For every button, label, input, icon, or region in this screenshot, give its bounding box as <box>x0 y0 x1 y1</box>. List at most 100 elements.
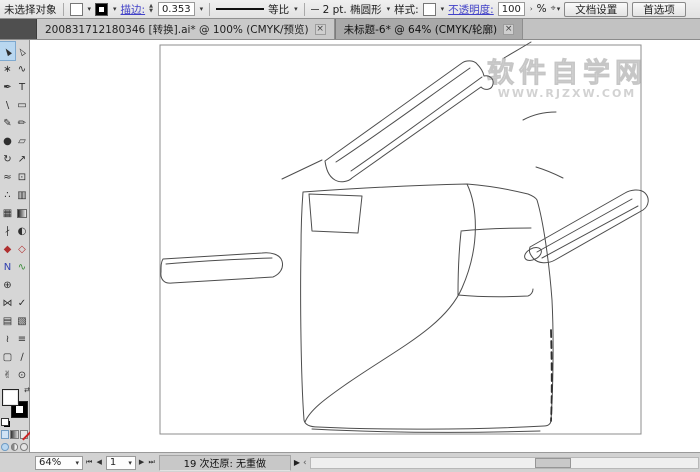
pencil-tool[interactable]: ✏ <box>15 114 29 132</box>
document-tab-bar: 200831712180346 [转换].ai* @ 100% (CMYK/预览… <box>0 19 700 40</box>
opacity-panel-link[interactable]: 不透明度: <box>448 2 494 17</box>
stroke-panel-link[interactable]: 描边: <box>121 2 146 17</box>
status-flyout-icon[interactable]: ▶ <box>294 458 300 467</box>
document-tab-1[interactable]: 200831712180346 [转换].ai* @ 100% (CMYK/预览… <box>37 19 335 39</box>
tools-panel: ►▻∗∿✒T\▭✎✏●▱↻↗≈⊡∴▥▦∤◐◆◇N∿⊕⋈✓▤▧≀≡▢∕✌⊙ ⇄ <box>0 40 30 452</box>
mesh-tool[interactable]: ▦ <box>0 204 15 222</box>
selection-tool[interactable]: ► <box>0 42 15 60</box>
artboard-number-combo[interactable]: 1 ▾ <box>106 456 136 470</box>
column-graph-tool[interactable]: ▥ <box>15 186 29 204</box>
illustrator-window: 未选择对象 ▾ ▾ 描边: ▲ ▼ 0.353 ▾ 等比 ▾ 2 pt. 椭圆形… <box>0 0 700 472</box>
slice-tool[interactable]: ⋈ <box>0 294 15 312</box>
hscroll-left-arrow-icon[interactable]: ‹ <box>303 458 307 468</box>
scale-tool[interactable]: ↗ <box>15 150 29 168</box>
fill-dropdown-icon[interactable]: ▾ <box>88 5 92 13</box>
pen-tool[interactable]: ✒ <box>0 78 15 96</box>
color-mode-button[interactable] <box>1 430 9 439</box>
fill-color-swatch[interactable] <box>70 3 83 16</box>
stroke-dropdown-icon[interactable]: ▾ <box>113 5 117 13</box>
normal-screen-mode-button[interactable] <box>1 443 9 451</box>
watermark-url: WWW.RJZXW.COM <box>498 87 637 100</box>
full-screen-mode-button[interactable] <box>20 443 28 451</box>
live-paint-selection-tool[interactable]: ◇ <box>15 240 29 258</box>
perspective-grid-tool[interactable]: N <box>0 258 15 276</box>
zoom-tool[interactable]: ⊙ <box>15 366 29 384</box>
rectangle-tool[interactable]: ▭ <box>15 96 29 114</box>
full-screen-menu-mode-button[interactable] <box>11 443 19 451</box>
separator <box>304 3 305 16</box>
smooth-color-tool[interactable]: ∿ <box>15 258 29 276</box>
stepper-down-icon[interactable]: ▼ <box>149 9 153 14</box>
document-tab-1-title: 200831712180346 [转换].ai* @ 100% (CMYK/预览… <box>45 22 309 37</box>
none-mode-button[interactable] <box>20 430 28 439</box>
opacity-unit-label: % <box>537 3 547 15</box>
opacity-spinner-icon[interactable]: › <box>530 5 533 13</box>
slice-selection-tool[interactable]: ✓ <box>15 294 29 312</box>
eyedropper-tool[interactable]: ∤ <box>0 222 15 240</box>
paintbrush-tool[interactable]: ✎ <box>0 114 15 132</box>
preferences-button[interactable]: 首选项 <box>632 2 686 17</box>
screen-mode-buttons <box>1 443 28 451</box>
zoom-level-value: 64% <box>39 457 61 468</box>
fill-stroke-widget: ⇄ <box>0 388 30 424</box>
profile-label: 等比 <box>268 2 289 17</box>
profile-dropdown-icon[interactable]: ▾ <box>294 5 298 13</box>
fill-indicator-swatch[interactable] <box>2 389 19 406</box>
undo-status-text: 19 次还原: 无重做 <box>184 455 266 470</box>
symbol-sprayer-tool[interactable]: ∴ <box>0 186 15 204</box>
warp-tool[interactable]: ≈ <box>0 168 15 186</box>
zoom-dropdown-icon[interactable]: ▾ <box>75 459 79 467</box>
brush-dropdown-icon[interactable]: ▾ <box>387 5 391 13</box>
default-fill-stroke-icon[interactable] <box>1 418 9 426</box>
brush-label: 2 pt. 椭圆形 <box>323 2 382 17</box>
page-tool[interactable]: ▧ <box>15 312 29 330</box>
toolbar-tools: ►▻∗∿✒T\▭✎✏●▱↻↗≈⊡∴▥▦∤◐◆◇N∿⊕⋈✓▤▧≀≡▢∕✌⊙ <box>0 42 29 384</box>
eraser-tool[interactable]: ▱ <box>15 132 29 150</box>
lasso-tool[interactable]: ∿ <box>15 60 29 78</box>
style-swatch[interactable] <box>423 3 436 16</box>
free-transform-tool[interactable]: ⊡ <box>15 168 29 186</box>
style-dropdown-icon[interactable]: ▾ <box>441 5 445 13</box>
stroke-weight-stepper[interactable]: ▲ ▼ <box>149 4 153 14</box>
stroke-profile-preview <box>216 8 264 10</box>
horizontal-scrollbar[interactable] <box>310 457 699 469</box>
chart-table-tool[interactable]: ▤ <box>0 312 15 330</box>
align-list-tool[interactable]: ≡ <box>15 330 29 348</box>
opacity-input[interactable]: 100 <box>498 2 525 16</box>
paint-mode-buttons <box>1 430 28 439</box>
artboard-tool[interactable]: ⊕ <box>0 276 15 294</box>
blend-tool[interactable]: ◐ <box>15 222 29 240</box>
crop-tool[interactable]: ▢ <box>0 348 15 366</box>
zoom-level-combo[interactable]: 64% ▾ <box>35 456 83 470</box>
gradient-tool[interactable] <box>15 204 29 222</box>
artboard-nav-next-last[interactable]: ▶ ⏭ <box>139 458 156 467</box>
live-paint-bucket-tool[interactable]: ◆ <box>0 240 15 258</box>
canvas-area[interactable]: 软件自学网 WWW.RJZXW.COM <box>30 40 700 452</box>
stroke-weight-input[interactable]: 0.353 <box>158 2 195 16</box>
artboard-nav-first-prev[interactable]: ⏮ ◀ <box>86 458 103 467</box>
polyline-tool[interactable]: ≀ <box>0 330 15 348</box>
tab-bar-corner <box>0 19 37 39</box>
blob-brush-tool[interactable]: ● <box>0 132 15 150</box>
artboard-dropdown-icon[interactable]: ▾ <box>128 459 132 467</box>
type-tool[interactable]: T <box>15 78 29 96</box>
line-segment-tool[interactable]: \ <box>0 96 15 114</box>
rotate-tool[interactable]: ↻ <box>0 150 15 168</box>
tab-2-close-icon[interactable]: × <box>503 24 514 35</box>
artboard-border <box>160 45 641 434</box>
style-label: 样式: <box>394 2 419 17</box>
separator <box>209 3 210 16</box>
stroke-color-swatch[interactable] <box>95 3 108 16</box>
horizontal-scrollbar-thumb[interactable] <box>535 458 571 468</box>
document-setup-button[interactable]: 文档设置 <box>564 2 628 17</box>
tab-1-close-icon[interactable]: × <box>315 24 326 35</box>
direct-selection-tool[interactable]: ▻ <box>15 42 29 60</box>
magic-wand-tool[interactable]: ∗ <box>0 60 15 78</box>
select-similar-icon[interactable]: ⌖▾ <box>551 4 561 14</box>
hand-tool[interactable]: ✌ <box>0 366 15 384</box>
gradient-mode-button[interactable] <box>10 430 18 439</box>
document-tab-2-active[interactable]: 未标题-6* @ 64% (CMYK/轮廓) × <box>335 19 524 39</box>
knife-tool[interactable]: ∕ <box>15 348 29 366</box>
select-similar-dropdown-icon[interactable]: ▾ <box>557 5 561 13</box>
stroke-weight-dropdown-icon[interactable]: ▾ <box>200 5 204 13</box>
